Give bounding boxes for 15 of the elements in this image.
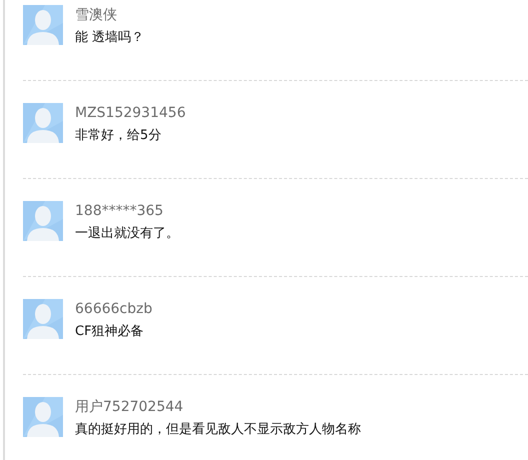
avatar-icon [23,5,63,45]
avatar-icon [23,201,63,241]
user-name: 188*****365 [75,203,164,220]
comment-text: 非常好，给5分 [75,127,162,144]
user-name: 66666cbzb [75,301,152,318]
user-name: 用户752702544 [75,399,184,416]
comment-text: CF狙神必备 [75,323,145,340]
user-name: MZS152931456 [75,105,186,122]
avatar-icon [23,299,63,339]
user-name: 雪澳侠 [75,7,118,24]
avatar-icon [23,397,63,437]
avatar-icon [23,103,63,143]
comment-text: 一退出就没有了。 [75,225,179,242]
comment-text: 能 透墙吗？ [75,29,144,46]
comment-text: 真的挺好用的，但是看见敌人不显示敌方人物名称 [75,421,361,438]
